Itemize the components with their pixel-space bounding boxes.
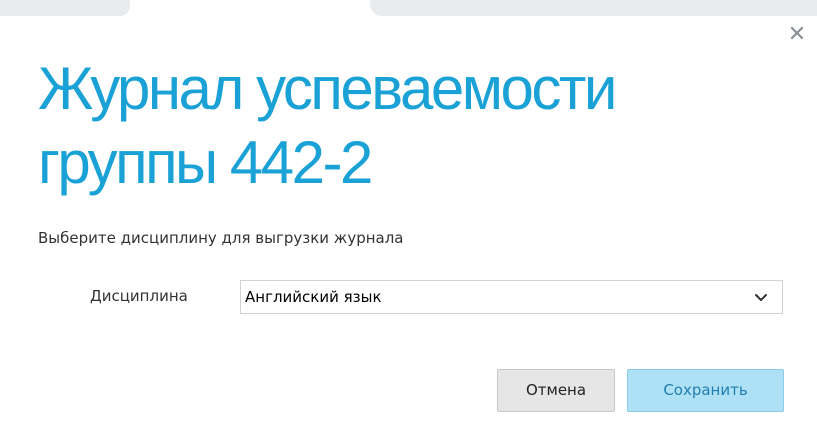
dialog-instruction: Выберите дисциплину для выгрузки журнала xyxy=(38,229,404,247)
background-edge-right xyxy=(370,0,817,16)
discipline-select[interactable]: Английский язык xyxy=(240,280,783,314)
background-edge-left xyxy=(0,0,130,16)
close-icon[interactable]: ✕ xyxy=(786,24,808,46)
cancel-button[interactable]: Отмена xyxy=(497,369,615,412)
export-journal-dialog: ✕ Журнал успеваемости группы 442-2 Выбер… xyxy=(0,0,817,434)
save-button[interactable]: Сохранить xyxy=(627,369,784,412)
discipline-label: Дисциплина xyxy=(90,287,188,305)
dialog-title: Журнал успеваемости группы 442-2 xyxy=(38,55,617,196)
discipline-selected-value: Английский язык xyxy=(245,288,382,306)
chevron-down-icon xyxy=(755,294,767,301)
